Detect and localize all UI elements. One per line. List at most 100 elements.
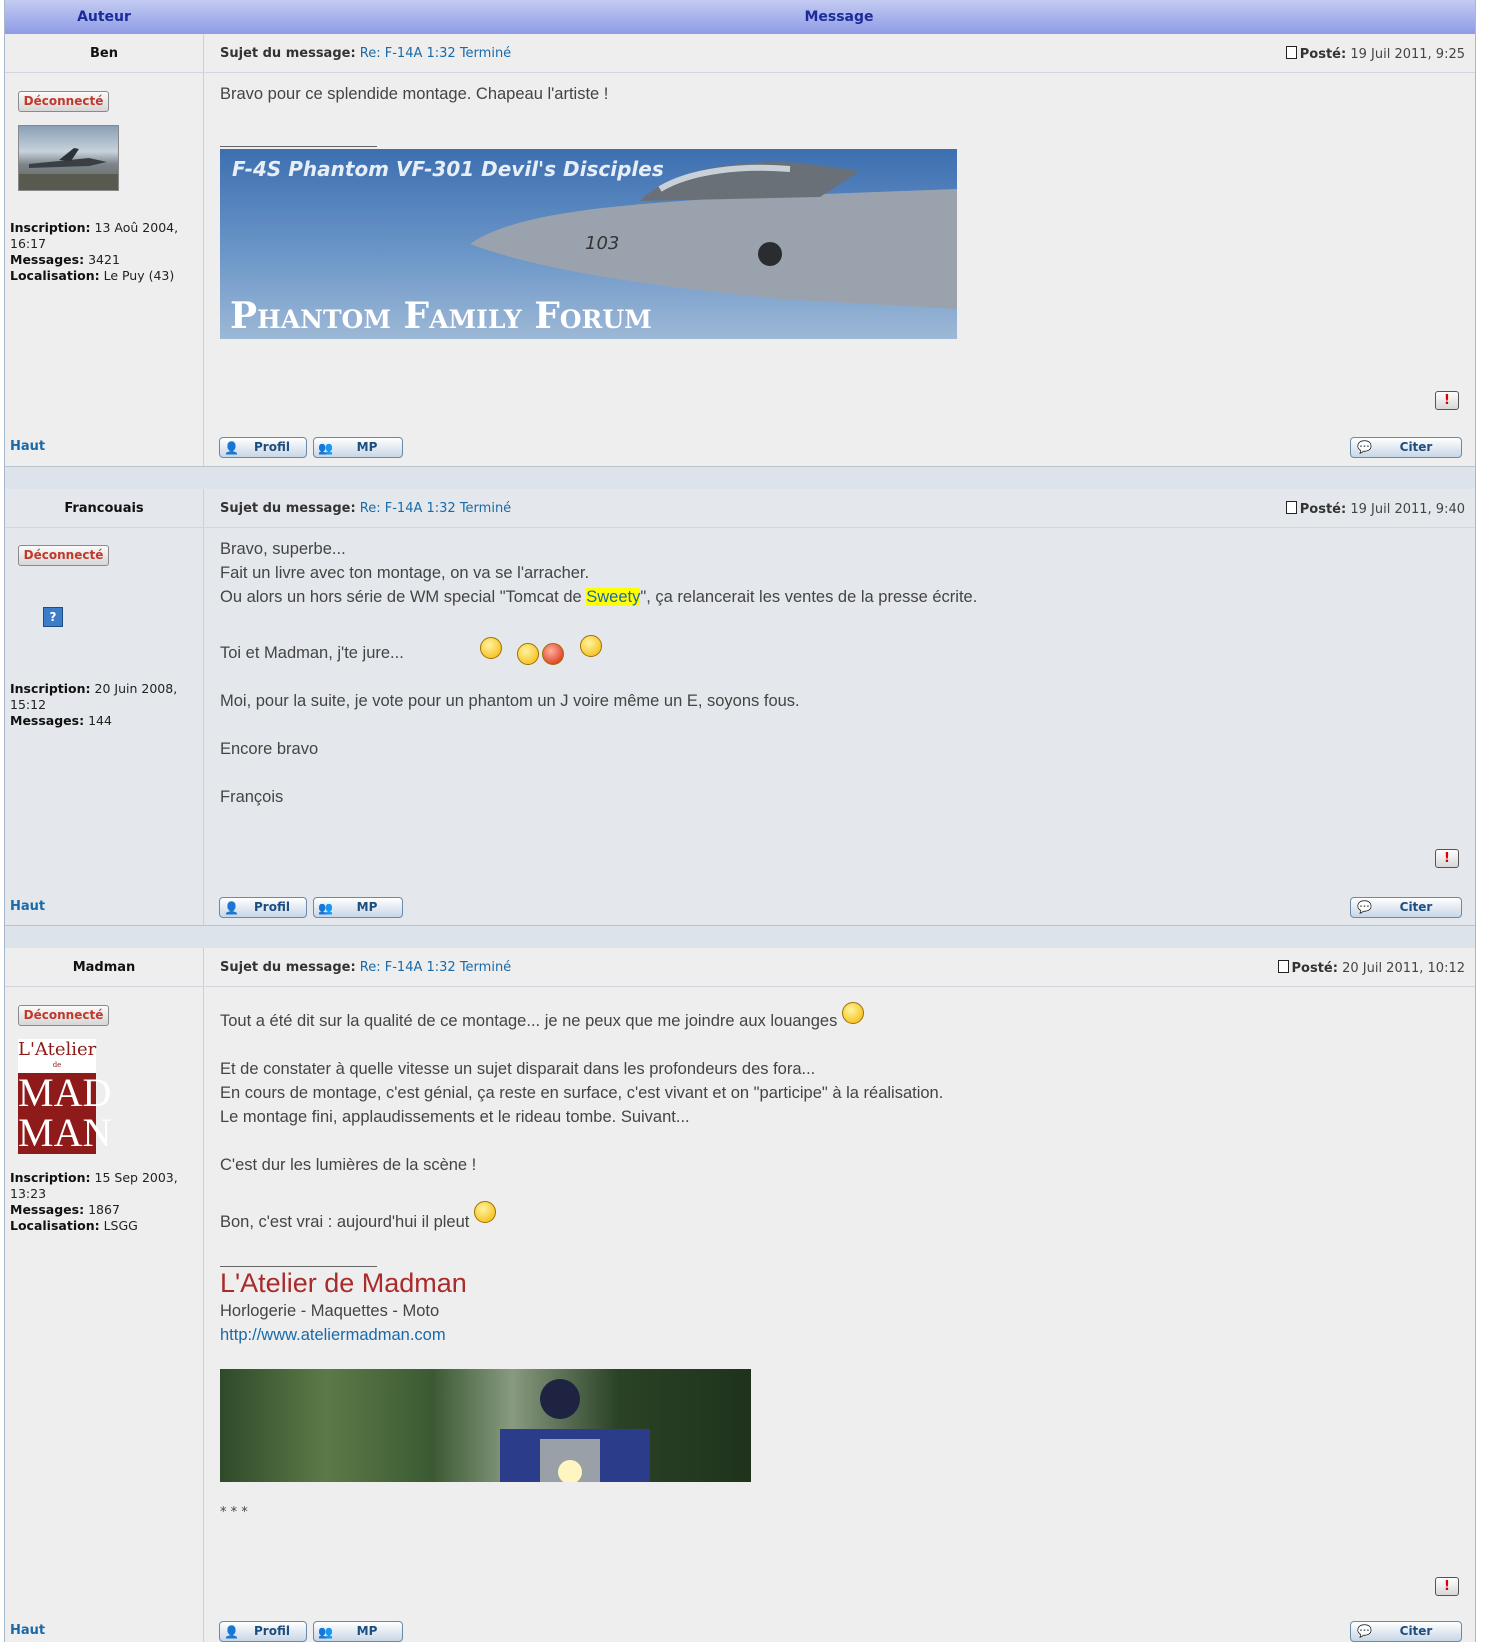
avatar-logo-line: MAN <box>18 1110 112 1155</box>
nurse-smiley-icon <box>480 637 502 659</box>
quote-button[interactable]: 💬 Citer <box>1350 897 1462 918</box>
subject-label: Sujet du message: <box>220 960 356 975</box>
report-post-button[interactable]: ! <box>1435 391 1459 410</box>
messages-count: 1867 <box>88 1202 120 1217</box>
posted-label: Posté: <box>1299 502 1347 517</box>
post-date: Posté: 19 Juil 2011, 9:40 <box>1285 501 1465 517</box>
messages-count: 144 <box>88 713 112 728</box>
highlighted-word: Sweety <box>586 588 641 606</box>
localisation-value: LSGG <box>103 1218 138 1233</box>
post-subject: Sujet du message: Re: F-14A 1:32 Terminé <box>220 46 511 61</box>
messages-label: Messages: <box>10 1202 85 1217</box>
applause-smiley-icon <box>841 1002 864 1024</box>
avatar-placeholder-icon: ? <box>43 607 63 627</box>
pm-label: MP <box>356 1624 378 1638</box>
post-document-icon[interactable] <box>1285 501 1297 514</box>
post-text-line: Bon, c'est vrai : aujourd'hui il pleut <box>220 1201 1459 1234</box>
messages-label: Messages: <box>10 252 85 267</box>
jet-tail-number: 103 <box>585 233 619 254</box>
post-text-line: Et de constater à quelle vitesse un suje… <box>220 1060 816 1078</box>
post-date: Posté: 19 Juil 2011, 9:25 <box>1285 46 1465 62</box>
quote-bubble-icon: 💬 <box>1357 900 1372 914</box>
rolling-eyes-smiley-icon <box>473 1201 496 1223</box>
subject-link[interactable]: Re: F-14A 1:32 Terminé <box>360 46 511 61</box>
quote-label: Citer <box>1399 440 1433 454</box>
signature-divider <box>220 146 377 147</box>
subject-label: Sujet du message: <box>220 46 356 61</box>
profile-button[interactable]: 👤 Profil <box>219 1621 307 1642</box>
signature-motorcycle-image[interactable] <box>220 1369 751 1482</box>
post-text-line: Tout a été dit sur la qualité de ce mont… <box>220 1002 1459 1033</box>
profile-button[interactable]: 👤 Profil <box>219 437 307 458</box>
message-column-header: Message <box>804 9 874 25</box>
banner-top-text: F-4S Phantom VF-301 Devil's Disciples <box>232 157 664 181</box>
subject-label: Sujet du message: <box>220 501 356 516</box>
post-text-line: Moi, pour la suite, je vote pour un phan… <box>220 692 800 710</box>
post-ben: Ben Sujet du message: Re: F-14A 1:32 Ter… <box>5 34 1475 466</box>
post-madman: Madman Sujet du message: Re: F-14A 1:32 … <box>5 948 1475 1642</box>
signature-divider <box>220 1266 377 1267</box>
author-name[interactable]: Madman <box>5 960 203 975</box>
report-post-button[interactable]: ! <box>1435 1577 1459 1596</box>
post-text-fragment: ", ça relancerait les ventes de la press… <box>640 588 978 606</box>
offline-status-badge: Déconnecté <box>18 91 109 112</box>
profile-icon: 👤 <box>224 901 239 915</box>
posted-label: Posté: <box>1299 47 1347 62</box>
back-to-top-link[interactable]: Haut <box>10 439 45 454</box>
signature-website-link[interactable]: http://www.ateliermadman.com <box>220 1326 446 1345</box>
author-name[interactable]: Ben <box>5 46 203 61</box>
avatar-logo-line: MAD <box>18 1070 112 1115</box>
author-name[interactable]: Francouais <box>5 501 203 516</box>
post-date: Posté: 20 Juil 2011, 10:12 <box>1277 960 1465 976</box>
messages-label: Messages: <box>10 713 85 728</box>
post-document-icon[interactable] <box>1285 46 1297 59</box>
post-subject: Sujet du message: Re: F-14A 1:32 Terminé <box>220 501 511 516</box>
private-message-button[interactable]: 👥 MP <box>313 1621 403 1642</box>
signature-title: L'Atelier de Madman <box>220 1268 467 1298</box>
back-to-top-link[interactable]: Haut <box>10 899 45 914</box>
report-post-button[interactable]: ! <box>1435 849 1459 868</box>
post-text-line: François <box>220 788 284 806</box>
avatar: L'Atelier de MAD MAN <box>18 1039 112 1155</box>
post-subject: Sujet du message: Re: F-14A 1:32 Terminé <box>220 960 511 975</box>
crazy-smiley-icon <box>580 635 602 657</box>
quote-label: Citer <box>1399 1624 1433 1638</box>
quote-button[interactable]: 💬 Citer <box>1350 437 1462 458</box>
post-separator <box>5 925 1475 949</box>
subject-link[interactable]: Re: F-14A 1:32 Terminé <box>360 960 511 975</box>
inscription-label: Inscription: <box>10 220 91 235</box>
users-icon: 👥 <box>318 901 333 915</box>
profile-label: Profil <box>254 440 290 454</box>
localisation-label: Localisation: <box>10 268 100 283</box>
profile-button[interactable]: 👤 Profil <box>219 897 307 918</box>
post-text-fragment: Toi et Madman, j'te jure... <box>220 644 404 662</box>
signature-subtitle: Horlogerie - Maquettes - Moto <box>220 1302 440 1320</box>
localisation-label: Localisation: <box>10 1218 100 1233</box>
post-text-line: En cours de montage, c'est génial, ça re… <box>220 1084 944 1102</box>
post-text-fragment: Tout a été dit sur la qualité de ce mont… <box>220 1012 838 1030</box>
posted-label: Posté: <box>1291 961 1338 976</box>
quote-bubble-icon: 💬 <box>1357 440 1372 454</box>
forum-topic-table: Auteur Message Ben Sujet du message: Re:… <box>4 0 1476 1642</box>
signature-banner[interactable]: 103 F-4S Phantom VF-301 Devil's Disciple… <box>220 149 957 339</box>
quote-button[interactable]: 💬 Citer <box>1350 1621 1462 1642</box>
post-text-fragment: Ou alors un hors série de WM special "To… <box>220 588 587 606</box>
profile-icon: 👤 <box>224 441 239 455</box>
banner-bottom-text: Phantom Family Forum <box>230 295 652 337</box>
private-message-button[interactable]: 👥 MP <box>313 437 403 458</box>
post-date-value: 20 Juil 2011, 10:12 <box>1342 961 1465 976</box>
back-to-top-link[interactable]: Haut <box>10 1623 45 1638</box>
post-body: Tout a été dit sur la qualité de ce mont… <box>220 1002 1459 1234</box>
subject-link[interactable]: Re: F-14A 1:32 Terminé <box>360 501 511 516</box>
pm-label: MP <box>356 440 378 454</box>
author-info: Inscription: 20 Juin 2008, 15:12 Message… <box>10 681 200 729</box>
profile-label: Profil <box>254 900 290 914</box>
quote-label: Citer <box>1399 900 1433 914</box>
private-message-button[interactable]: 👥 MP <box>313 897 403 918</box>
post-document-icon[interactable] <box>1277 960 1289 973</box>
avatar-logo-block: MAD MAN <box>18 1070 112 1155</box>
post-text-fragment: Bon, c'est vrai : aujourd'hui il pleut <box>220 1213 470 1231</box>
avatar-text-top: L'Atelier <box>18 1039 97 1060</box>
post-text-line: Le montage fini, applaudissements et le … <box>220 1108 690 1126</box>
avatar-text-de: de <box>52 1061 62 1069</box>
